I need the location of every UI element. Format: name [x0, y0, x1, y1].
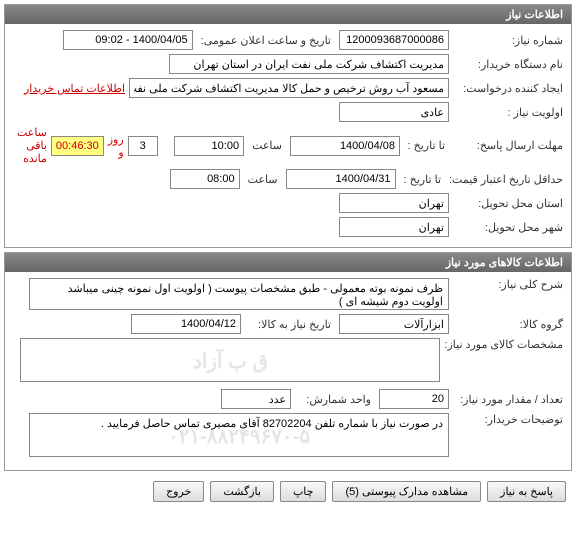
province-label: استان محل تحویل: [453, 197, 563, 210]
deadline-time-field[interactable] [174, 136, 244, 156]
credit-date-field[interactable] [286, 169, 396, 189]
notes-label: توضیحات خریدار: [453, 413, 563, 426]
print-button[interactable]: چاپ [280, 481, 327, 502]
credit-to-date-label: تا تاریخ : [400, 173, 445, 186]
need-number-label: شماره نیاز: [453, 34, 563, 47]
group-field[interactable] [339, 314, 449, 334]
deadline-label: مهلت ارسال پاسخ: [453, 139, 563, 152]
desc-label: شرح کلی نیاز: [453, 278, 563, 291]
to-date-label: تا تاریخ : [404, 139, 449, 152]
notes-field[interactable] [29, 413, 449, 457]
buyer-org-field[interactable] [169, 54, 449, 74]
qty-field[interactable] [379, 389, 449, 409]
back-button[interactable]: بازگشت [210, 481, 274, 502]
need-date-field[interactable] [131, 314, 241, 334]
need-date-label: تاریخ نیاز به کالا: [245, 318, 335, 331]
credit-time-label: ساعت [244, 173, 282, 186]
city-label: شهر محل تحویل: [453, 221, 563, 234]
goods-panel: اطلاعات کالاهای مورد نیاز شرح کلی نیاز: … [4, 252, 572, 471]
deadline-time-label: ساعت [248, 139, 286, 152]
goods-panel-title: اطلاعات کالاهای مورد نیاز [5, 253, 571, 272]
group-label: گروه کالا: [453, 318, 563, 331]
creator-label: ایجاد کننده درخواست: [453, 82, 563, 95]
contact-link[interactable]: اطلاعات تماس خریدار [24, 82, 125, 95]
unit-field[interactable] [221, 389, 291, 409]
countdown-field: 00:46:30 [51, 136, 104, 156]
footer-bar: پاسخ به نیاز مشاهده مدارک پیوستی (5) چاپ… [0, 475, 576, 508]
attachments-button[interactable]: مشاهده مدارک پیوستی (5) [332, 481, 481, 502]
info-panel: اطلاعات نیاز شماره نیاز: تاریخ و ساعت اع… [4, 4, 572, 248]
desc-field[interactable] [29, 278, 449, 310]
specs-field[interactable] [20, 338, 440, 382]
creator-field[interactable] [129, 78, 449, 98]
buyer-org-label: نام دستگاه خریدار: [453, 58, 563, 71]
days-field[interactable] [128, 136, 158, 156]
announce-field[interactable] [63, 30, 193, 50]
need-number-field[interactable] [339, 30, 449, 50]
info-panel-title: اطلاعات نیاز [5, 5, 571, 24]
qty-label: تعداد / مقدار مورد نیاز: [453, 393, 563, 406]
days-unit-label: روز و [108, 133, 124, 159]
province-field[interactable] [339, 193, 449, 213]
exit-button[interactable]: خروج [153, 481, 204, 502]
city-field[interactable] [339, 217, 449, 237]
priority-field[interactable] [339, 102, 449, 122]
reply-button[interactable]: پاسخ به نیاز [487, 481, 566, 502]
credit-time-field[interactable] [170, 169, 240, 189]
unit-label: واحد شمارش: [295, 393, 375, 406]
remaining-label: ساعت باقی مانده [13, 126, 47, 165]
announce-label: تاریخ و ساعت اعلان عمومی: [197, 34, 335, 47]
deadline-date-field[interactable] [290, 136, 400, 156]
priority-label: اولویت نیاز : [453, 106, 563, 119]
min-credit-label: حداقل تاریخ اعتبار قیمت: [449, 173, 563, 186]
specs-label: مشخصات کالای مورد نیاز: [444, 338, 563, 351]
